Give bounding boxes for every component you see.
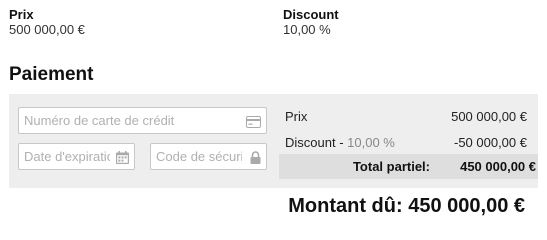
subtotal-label: Total partiel: (352, 159, 430, 174)
security-code-input[interactable] (151, 144, 266, 169)
breakdown-price-value: 500 000,00 € (451, 109, 527, 124)
amount-due-value: 450 000,00 € (408, 195, 525, 217)
discount-percent: 10,00 % (347, 135, 395, 150)
calendar-icon (116, 151, 129, 169)
summary-discount-label: Discount (283, 7, 339, 22)
payment-title: Paiement (9, 64, 94, 85)
breakdown-price-label: Prix (285, 109, 308, 124)
summary-price-value: 500 000,00 € (9, 22, 85, 37)
amount-due-label: Montant dû: (288, 195, 403, 217)
discount-label: Discount - (285, 135, 344, 150)
summary-price-label: Prix (9, 7, 34, 22)
breakdown-discount-value: -50 000,00 € (453, 135, 527, 150)
summary-discount: Discount 10,00 % (283, 7, 339, 38)
amount-due: Montant dû: 450 000,00 € (288, 195, 525, 218)
breakdown-discount-label: Discount - 10,00 % (285, 135, 395, 151)
summary-discount-value: 10,00 % (283, 22, 331, 37)
lock-icon (250, 151, 261, 169)
security-code-field[interactable] (150, 143, 267, 170)
summary-price: Prix 500 000,00 € (9, 7, 85, 38)
expiry-date-field[interactable] (18, 143, 135, 170)
card-number-input[interactable] (19, 108, 266, 133)
subtotal-value: 450 000,00 € (460, 159, 536, 174)
credit-card-icon (246, 115, 261, 133)
payment-panel: Prix 500 000,00 € Discount - 10,00 % -50… (9, 94, 538, 188)
card-number-field[interactable] (18, 107, 267, 134)
subtotal-row: Total partiel: 450 000,00 € (279, 154, 538, 179)
